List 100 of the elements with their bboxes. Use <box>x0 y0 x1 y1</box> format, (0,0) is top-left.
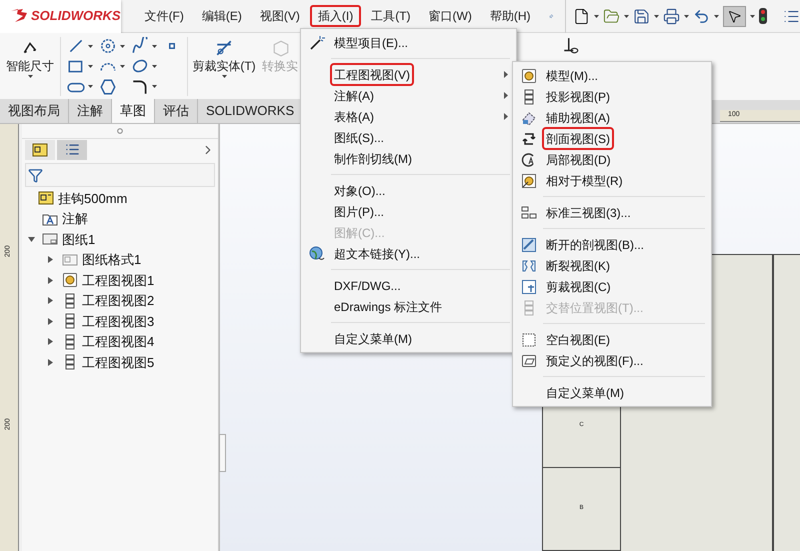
expand-arrow-icon[interactable] <box>48 318 53 325</box>
tree-item[interactable]: 挂钩500mm <box>58 188 128 208</box>
menu-item[interactable]: 相对于模型(R) <box>515 170 709 191</box>
menu-item-label: 空白视图(E) <box>545 332 611 348</box>
drawing-document-icon <box>38 190 54 206</box>
menu-item[interactable]: 预定义的视图(F)... <box>515 350 709 371</box>
caret-icon[interactable] <box>594 14 599 18</box>
menu-bar-item[interactable]: 文件(F) <box>136 5 192 27</box>
caret-icon[interactable] <box>684 14 689 18</box>
expand-arrow-icon[interactable] <box>48 256 53 264</box>
menu-item[interactable]: 模型项目(E)... <box>303 32 514 53</box>
menu-bar-item[interactable]: 窗口(W) <box>420 5 480 27</box>
tree-item[interactable]: 图纸格式1 <box>82 250 142 270</box>
tool-label[interactable]: 智能尺寸 <box>6 57 54 75</box>
model-view-icon <box>62 272 78 288</box>
tree-item[interactable]: 工程图视图2 <box>82 291 154 310</box>
caret-icon[interactable] <box>222 75 226 78</box>
menu-item[interactable]: 图片(P)... <box>303 201 514 222</box>
sketch-polygon-icon[interactable] <box>99 78 117 96</box>
menu-item[interactable]: 剪裁视图(C) <box>515 276 709 297</box>
ribbon-tab[interactable]: 评估 <box>155 99 198 123</box>
menu-bar-item[interactable]: 编辑(E) <box>194 5 250 27</box>
tree-item[interactable]: 工程图视图3 <box>82 312 154 331</box>
menu-item[interactable]: eDrawings 标注文件 <box>303 296 514 317</box>
caret-icon[interactable] <box>152 85 157 88</box>
menu-item[interactable]: 自定义菜单(M) <box>303 328 514 349</box>
menu-item[interactable]: 制作剖切线(M) <box>303 148 514 169</box>
menu-bar-item[interactable]: 视图(V) <box>252 5 308 27</box>
menu-item-label: 断开的剖视图(B)... <box>545 236 645 254</box>
relative-view-icon <box>521 172 537 188</box>
menu-item-label: 交替位置视图(T)... <box>545 300 644 316</box>
ribbon-tab[interactable]: 草图 <box>112 99 155 123</box>
ribbon-tab[interactable]: 视图布局 <box>0 99 69 123</box>
caret-icon[interactable] <box>88 85 93 88</box>
menu-item[interactable]: 局部视图(D) <box>515 149 709 170</box>
handle-icon[interactable] <box>117 128 123 134</box>
menu-item[interactable]: 标准三视图(3)... <box>515 202 709 223</box>
expand-arrow-icon[interactable] <box>48 338 53 346</box>
save-icon[interactable] <box>633 8 650 24</box>
tree-item[interactable]: 工程图视图4 <box>82 332 154 352</box>
menu-item-label: 图纸(S)... <box>333 130 385 146</box>
model-view-icon <box>521 68 537 84</box>
sketch-spline-icon[interactable] <box>131 37 149 56</box>
menu-item-label: 制作剖切线(M) <box>333 150 413 168</box>
collapse-arrow-icon[interactable] <box>28 236 35 242</box>
new-document-icon[interactable] <box>573 8 590 24</box>
caret-icon[interactable] <box>714 14 719 18</box>
menu-item[interactable]: 断开的剖视图(B)... <box>515 234 709 255</box>
sketch-circle-icon[interactable] <box>99 37 117 56</box>
traffic-light-icon[interactable] <box>759 8 767 24</box>
filter-field[interactable] <box>25 163 215 187</box>
menu-item[interactable]: 超文本链接(Y)... <box>303 243 514 264</box>
caret-icon[interactable] <box>120 44 125 48</box>
tree-item[interactable]: 注解 <box>62 209 88 228</box>
undo-icon[interactable] <box>693 8 710 24</box>
caret-icon[interactable] <box>624 14 629 18</box>
expand-arrow-icon[interactable] <box>48 358 53 366</box>
menu-bar-item[interactable]: 工具(T) <box>363 5 419 27</box>
tree-item[interactable]: 工程图视图5 <box>82 352 154 372</box>
menu-item[interactable]: 投影视图(P) <box>515 86 709 107</box>
open-folder-icon[interactable] <box>603 8 620 24</box>
pointer-icon <box>727 8 742 24</box>
menu-item[interactable]: 辅助视图(A) <box>515 107 709 128</box>
select-tool-button[interactable] <box>723 6 746 26</box>
tool-label[interactable]: 剪裁实体(T) <box>192 57 256 75</box>
property-tab[interactable] <box>57 140 87 160</box>
menu-item[interactable]: 剖面视图(S) <box>515 128 709 149</box>
menu-item-label: 相对于模型(R) <box>545 172 624 190</box>
menu-item[interactable]: 断裂视图(K) <box>515 255 709 276</box>
caret-icon[interactable] <box>750 14 755 18</box>
trim-entities-icon[interactable] <box>215 39 233 57</box>
relations-icon[interactable] <box>562 37 580 55</box>
menu-item[interactable]: 表格(A) <box>303 106 514 127</box>
caret-icon[interactable] <box>88 64 93 68</box>
menu-item[interactable]: 对象(O)... <box>303 180 514 201</box>
caret-icon[interactable] <box>28 75 32 78</box>
tree-item[interactable]: 工程图视图1 <box>82 270 154 290</box>
menu-item[interactable]: DXF/DWG... <box>303 275 514 296</box>
sketch-fillet-icon[interactable] <box>131 78 149 96</box>
expand-arrow-icon[interactable] <box>48 297 53 304</box>
caret-icon[interactable] <box>654 14 659 18</box>
menu-item-label: 投影视图(P) <box>545 88 611 106</box>
menu-item[interactable]: 注解(A) <box>303 85 514 106</box>
sheet-format-icon <box>62 252 78 268</box>
menu-item[interactable]: 工程图视图(V) <box>303 64 514 85</box>
menu-item[interactable]: 空白视图(E) <box>515 329 709 350</box>
tree-item[interactable]: 图纸1 <box>62 230 96 249</box>
caret-icon[interactable] <box>88 44 93 48</box>
menu-item[interactable]: 图纸(S)... <box>303 127 514 148</box>
ribbon-tab[interactable]: 注解 <box>69 99 112 123</box>
menu-item[interactable]: 自定义菜单(M) <box>515 382 709 403</box>
caret-icon[interactable] <box>120 64 125 68</box>
menu-bar-item[interactable]: 帮助(H) <box>482 5 539 27</box>
caret-icon[interactable] <box>152 44 157 48</box>
expand-arrow-icon[interactable] <box>48 276 53 284</box>
print-icon[interactable] <box>663 8 680 24</box>
caret-icon[interactable] <box>152 64 157 68</box>
feature-tree-tab[interactable] <box>25 140 55 160</box>
sketch-ellipse-icon[interactable] <box>131 57 149 76</box>
menu-item[interactable]: 模型(M)... <box>515 65 709 86</box>
